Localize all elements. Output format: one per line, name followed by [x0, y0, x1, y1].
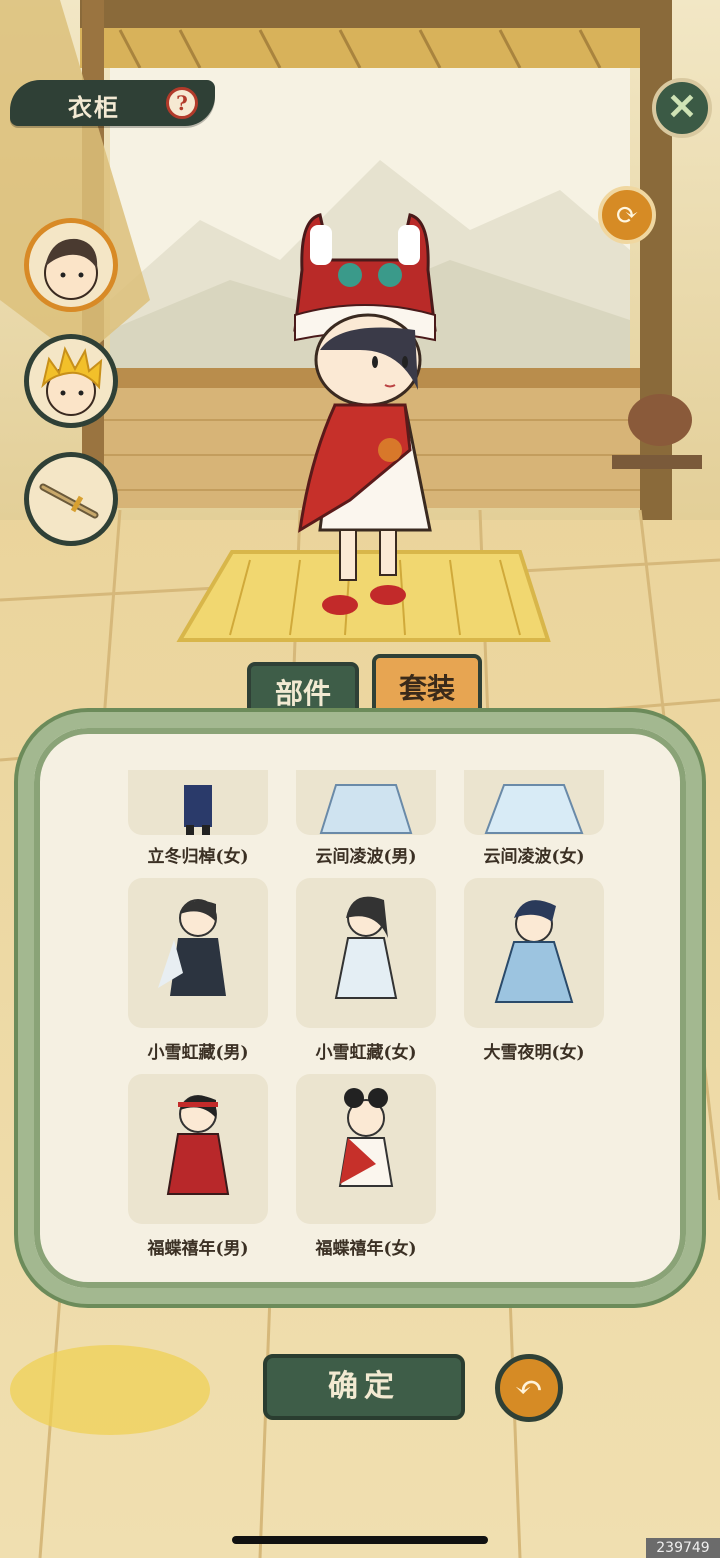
outfit-preview	[494, 900, 574, 1003]
home-indicator[interactable]	[232, 1536, 488, 1544]
outfit-preview	[319, 784, 413, 834]
outfit-label: 大雪夜明(女)	[483, 1043, 585, 1063]
outfit-label: 云间凌波(女)	[483, 847, 585, 867]
equipment-slot-sword[interactable]	[24, 452, 118, 546]
outfit-label: 小雪虹藏(女)	[315, 1043, 417, 1063]
outfit-label: 福蝶禧年(男)	[147, 1239, 249, 1259]
outfit-card[interactable]	[128, 1074, 268, 1224]
outfit-card[interactable]	[296, 1074, 436, 1224]
outfit-card[interactable]	[128, 878, 268, 1028]
player-character	[293, 213, 437, 615]
outfit-card[interactable]	[464, 878, 604, 1028]
outfit-preview	[484, 784, 584, 834]
outfit-card[interactable]	[296, 878, 436, 1028]
male-face-icon	[44, 238, 98, 300]
outfit-card[interactable]	[128, 770, 268, 835]
outfit-card[interactable]	[464, 770, 604, 835]
character-portrait-male[interactable]	[24, 218, 118, 312]
outfit-preview	[184, 785, 212, 835]
outfit-label: 立冬归棹(女)	[147, 847, 249, 867]
watermark: 239749	[646, 1538, 720, 1558]
tab-sets[interactable]: 套装	[372, 654, 482, 718]
outfit-preview	[166, 1095, 230, 1195]
close-button[interactable]: ✕	[652, 78, 712, 138]
outfit-label: 福蝶禧年(女)	[315, 1239, 417, 1259]
confirm-button[interactable]: 确定	[263, 1354, 465, 1420]
outfit-grid: 立冬归棹(女) 云间凌波(男) 云间凌波(女) 小雪虹藏(男) 小雪虹藏(女) …	[122, 770, 612, 1270]
outfit-label: 小雪虹藏(男)	[147, 1043, 249, 1063]
outfit-card[interactable]	[296, 770, 436, 835]
refresh-icon[interactable]: ⟳	[598, 186, 656, 244]
outfit-preview	[334, 896, 398, 999]
outfit-label: 云间凌波(男)	[315, 847, 417, 867]
outfit-preview	[338, 1088, 394, 1187]
blonde-face-icon	[41, 346, 103, 416]
character-portrait-blonde[interactable]	[24, 334, 118, 428]
help-icon[interactable]: ?	[166, 87, 198, 119]
sword-icon	[39, 483, 99, 519]
undo-icon[interactable]: ↶	[495, 1354, 563, 1422]
outfit-preview	[158, 899, 226, 996]
page-title: 衣柜	[68, 93, 120, 122]
